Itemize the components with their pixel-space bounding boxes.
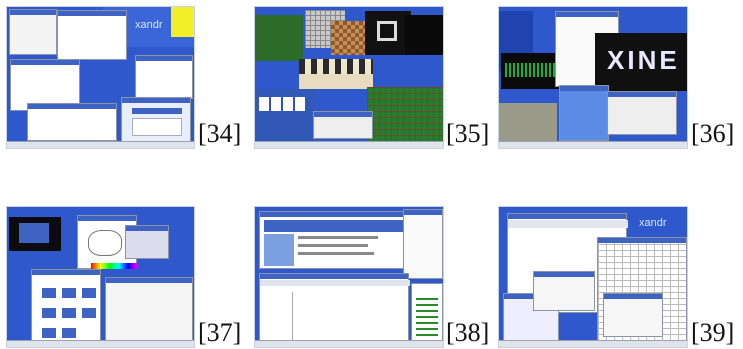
xandros-logo: xandr xyxy=(135,19,163,31)
screenshot-thumbnail-34[interactable]: xandr xyxy=(6,6,195,149)
welcome-dialog xyxy=(121,97,191,142)
window-a xyxy=(9,9,57,55)
xandros-logo: xandr xyxy=(639,217,667,229)
tree-window xyxy=(411,283,443,343)
media-visualizer xyxy=(501,53,559,89)
icon-view-window xyxy=(31,269,101,347)
caption-39: [39] xyxy=(691,318,735,347)
window-e xyxy=(27,103,117,141)
xine-logo: XINE xyxy=(607,45,680,75)
window-d xyxy=(135,55,193,99)
caption-36: [36] xyxy=(691,119,735,148)
caption-35: [35] xyxy=(446,119,490,148)
taskbar xyxy=(255,340,443,347)
settings-window xyxy=(105,277,193,343)
dialog-c xyxy=(603,293,663,337)
side-panel xyxy=(403,209,443,279)
dark-window xyxy=(9,217,61,251)
browser-window xyxy=(259,211,409,269)
black-window xyxy=(405,15,443,55)
yellow-panel xyxy=(171,7,194,37)
screenshot-thumbnail-39[interactable]: xandr xyxy=(498,206,688,348)
screenshot-thumbnail-36[interactable]: XINE xyxy=(498,6,688,149)
card-game xyxy=(255,89,315,147)
caption-34: [34] xyxy=(198,119,242,148)
game-board-green xyxy=(255,15,303,61)
caption-38: [38] xyxy=(446,318,490,347)
taskbar xyxy=(499,340,687,347)
taskbar xyxy=(499,141,687,148)
taskbar xyxy=(7,141,194,148)
backgammon-board xyxy=(299,59,373,89)
dialog-b xyxy=(533,271,595,311)
screenshot-thumbnail-38[interactable] xyxy=(254,206,444,348)
screenshot-thumbnail-35[interactable] xyxy=(254,6,444,149)
taskbar xyxy=(7,340,194,347)
player-window xyxy=(559,85,609,141)
dialog-window xyxy=(313,111,373,139)
about-dialog xyxy=(607,91,677,135)
xine-splash: XINE xyxy=(595,33,687,91)
preview-window xyxy=(125,225,169,259)
caption-37: [37] xyxy=(198,318,242,347)
screenshot-thumbnail-37[interactable] xyxy=(6,206,195,348)
window-b xyxy=(57,10,127,60)
bottom-strip xyxy=(499,103,557,143)
office-window xyxy=(259,273,410,345)
taskbar xyxy=(255,141,443,148)
mahjong-board xyxy=(367,87,443,145)
